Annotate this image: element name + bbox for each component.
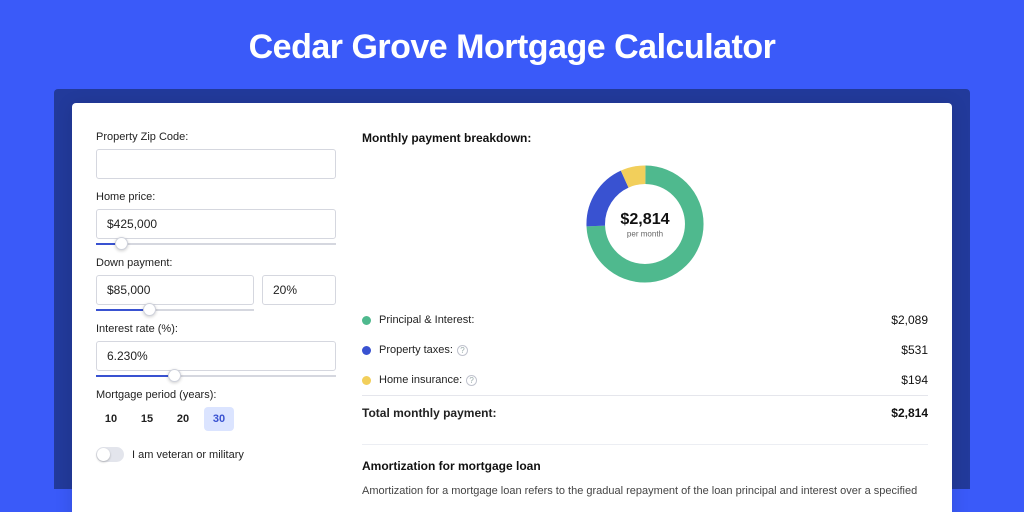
- form-column: Property Zip Code: Home price: Down paym…: [72, 103, 342, 512]
- breakdown-column: Monthly payment breakdown: $2,814 per mo…: [342, 103, 952, 512]
- home-price-input[interactable]: [96, 209, 336, 239]
- total-label: Total monthly payment:: [362, 406, 891, 420]
- legend-label: Home insurance:: [379, 374, 462, 386]
- interest-rate-label: Interest rate (%):: [96, 323, 342, 335]
- donut-center-amount: $2,814: [620, 210, 669, 228]
- slider-thumb[interactable]: [143, 303, 156, 316]
- legend-label: Principal & Interest:: [379, 314, 891, 326]
- down-payment-label: Down payment:: [96, 257, 342, 269]
- zip-label: Property Zip Code:: [96, 131, 342, 143]
- page-title: Cedar Grove Mortgage Calculator: [0, 0, 1024, 67]
- total-value: $2,814: [891, 406, 928, 420]
- swatch-icon: [362, 376, 371, 385]
- interest-rate-slider[interactable]: [96, 375, 336, 377]
- donut-svg: $2,814 per month: [580, 159, 710, 289]
- period-option-15[interactable]: 15: [132, 407, 162, 431]
- legend-value: $194: [901, 373, 928, 387]
- donut-chart: $2,814 per month: [362, 159, 928, 289]
- legend-value: $531: [901, 343, 928, 357]
- calculator-panel: Property Zip Code: Home price: Down paym…: [72, 103, 952, 512]
- legend-row-principal: Principal & Interest: $2,089: [362, 305, 928, 335]
- donut-center-sub: per month: [627, 229, 663, 238]
- period-option-20[interactable]: 20: [168, 407, 198, 431]
- slider-thumb[interactable]: [115, 237, 128, 250]
- swatch-icon: [362, 346, 371, 355]
- interest-rate-input[interactable]: [96, 341, 336, 371]
- legend-row-insurance: Home insurance: ? $194: [362, 365, 928, 395]
- amortization-title: Amortization for mortgage loan: [362, 459, 928, 473]
- help-icon[interactable]: ?: [466, 375, 477, 386]
- toggle-knob: [97, 448, 110, 461]
- mortgage-period-label: Mortgage period (years):: [96, 389, 342, 401]
- veteran-toggle[interactable]: [96, 447, 124, 462]
- swatch-icon: [362, 316, 371, 325]
- home-price-slider[interactable]: [96, 243, 336, 245]
- legend-row-taxes: Property taxes: ? $531: [362, 335, 928, 365]
- legend-value: $2,089: [891, 313, 928, 327]
- legend-label: Property taxes:: [379, 344, 453, 356]
- zip-input[interactable]: [96, 149, 336, 179]
- period-option-10[interactable]: 10: [96, 407, 126, 431]
- period-option-30[interactable]: 30: [204, 407, 234, 431]
- home-price-label: Home price:: [96, 191, 342, 203]
- breakdown-title: Monthly payment breakdown:: [362, 131, 928, 145]
- down-payment-slider[interactable]: [96, 309, 254, 311]
- amortization-card: Amortization for mortgage loan Amortizat…: [362, 444, 928, 500]
- down-payment-amount-input[interactable]: [96, 275, 254, 305]
- down-payment-percent-input[interactable]: [262, 275, 336, 305]
- slider-thumb[interactable]: [168, 369, 181, 382]
- header-band: Property Zip Code: Home price: Down paym…: [54, 89, 970, 489]
- amortization-text: Amortization for a mortgage loan refers …: [362, 483, 928, 500]
- veteran-label: I am veteran or military: [132, 449, 244, 461]
- mortgage-period-group: 10 15 20 30: [96, 407, 342, 431]
- legend-row-total: Total monthly payment: $2,814: [362, 395, 928, 428]
- help-icon[interactable]: ?: [457, 345, 468, 356]
